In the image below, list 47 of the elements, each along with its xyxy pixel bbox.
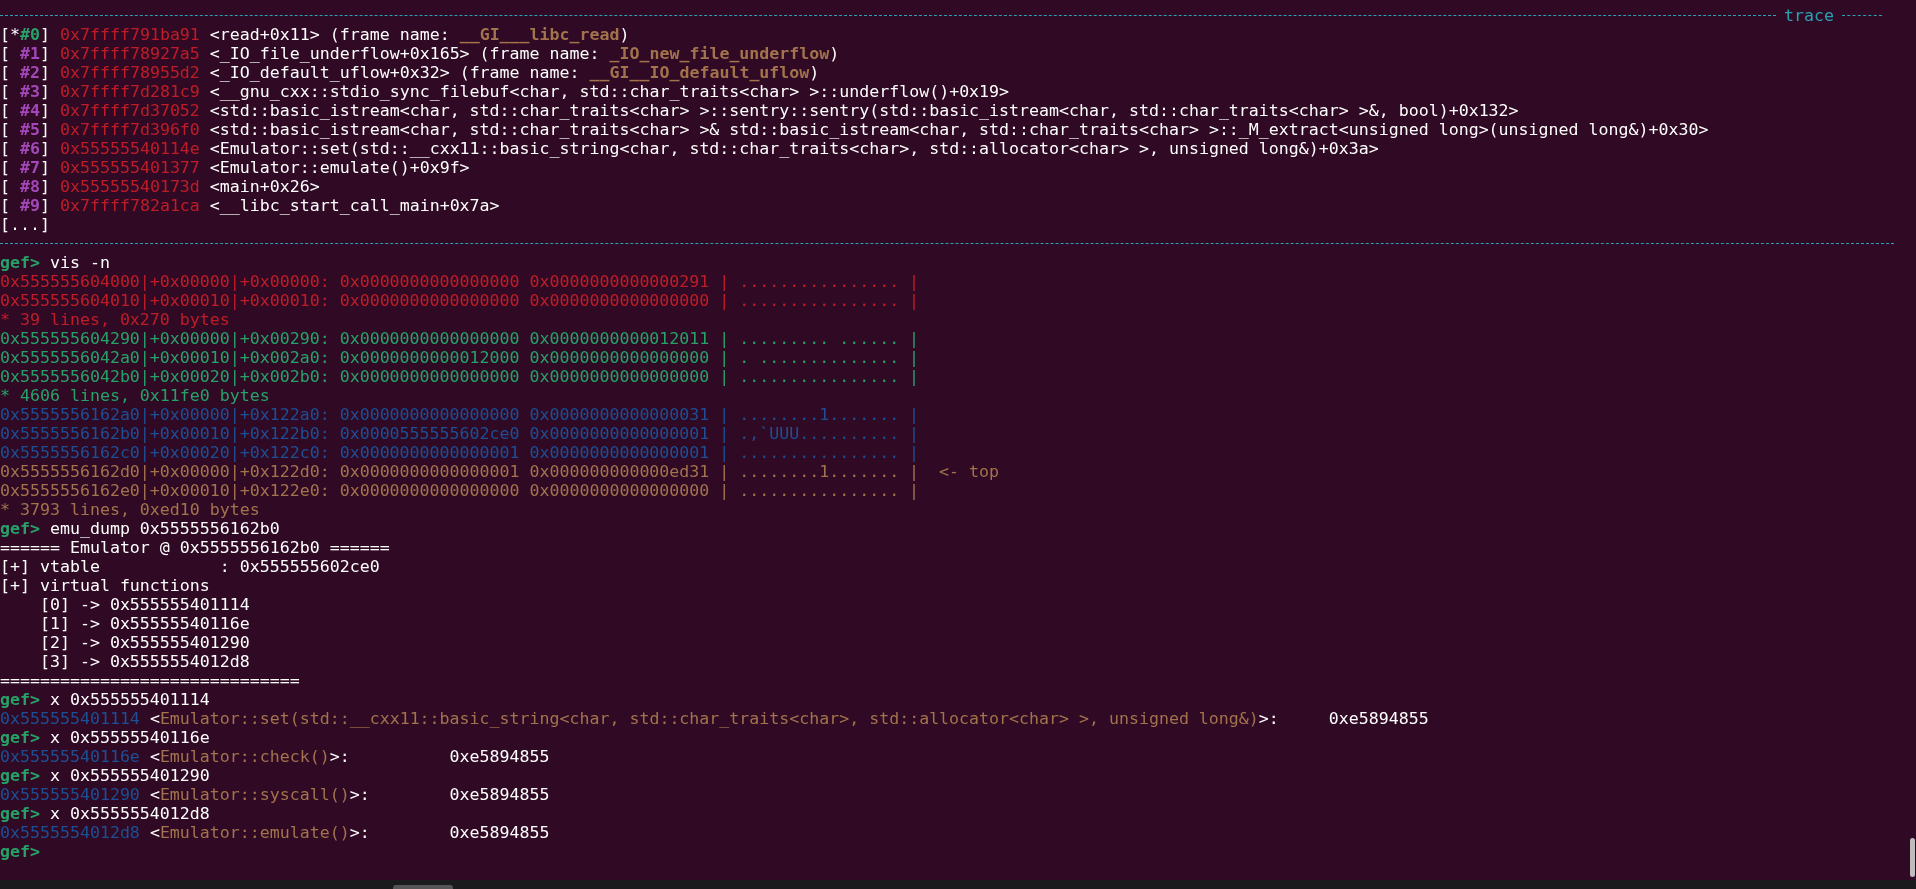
scrollbar-thumb[interactable] <box>1910 838 1915 877</box>
output-line: [+] vtable : 0x555555602ce0 <box>0 557 380 576</box>
chunk-summary: * 3793 lines, 0xed10 bytes <box>0 500 260 519</box>
memory-row: 0x5555556162a0|+0x00000|+0x122a0: 0x0000000000000000 0x0000000000000031 | ........1....... | <box>0 405 920 424</box>
top-marker: <- top <box>939 462 1000 481</box>
examine-output: 0x555555401114 <Emulator::set(std::__cxx11::basic_string<char, std::char_traits<char>, std::allocator<char> >, unsigned long&)>: 0xe5894855 <box>0 709 1429 728</box>
command-line: gef> <box>0 842 41 861</box>
memory-row: 0x555555604010|+0x00010|+0x00010: 0x0000000000000000 0x0000000000000000 | ................ | <box>0 291 920 310</box>
memory-row: 0x5555556162e0|+0x00010|+0x122e0: 0x0000000000000000 0x0000000000000000 | ................ | <box>0 481 920 500</box>
examine-output: 0x555555401290 <Emulator::syscall()>: 0xe5894855 <box>0 785 550 804</box>
backtrace-line: [ #9] 0x7ffff782a1ca <__libc_start_call_main+0x7a> <box>0 196 500 215</box>
memory-row: 0x5555556162c0|+0x00020|+0x122c0: 0x0000000000000001 0x0000000000000001 | ................ | <box>0 443 920 462</box>
function-entry: [3] -> 0x5555554012d8 <box>38 652 250 671</box>
function-entry: [1] -> 0x55555540116e <box>38 614 250 633</box>
backtrace-line: [*#0] 0x7ffff791ba91 <read+0x11> (frame name: __GI___libc_read) <box>0 25 630 44</box>
memory-row: 0x555555604000|+0x00000|+0x00000: 0x0000000000000000 0x0000000000000291 | ................ | <box>0 272 920 291</box>
backtrace-line: [ #6] 0x55555540114e <Emulator::set(std::__cxx11::basic_string<char, std::char_traits<char>, std::allocator<char> >, unsigned long&)+0x3a> <box>0 139 1379 158</box>
memory-row: 0x5555556162b0|+0x00010|+0x122b0: 0x0000555555602ce0 0x0000000000000001 | .,`UUU.......... | <box>0 424 920 443</box>
memory-row: 0x555555604290|+0x00000|+0x00290: 0x0000000000000000 0x0000000000012011 | ......... ...... | <box>0 329 920 348</box>
memory-row: 0x5555556042a0|+0x00010|+0x002a0: 0x0000000000012000 0x0000000000000000 | . .............. | <box>0 348 920 367</box>
output-line: [+] virtual functions <box>0 576 210 595</box>
backtrace-line: [ #7] 0x555555401377 <Emulator::emulate()+0x9f> <box>0 158 470 177</box>
dock-handle[interactable] <box>393 885 453 889</box>
backtrace-line: [ #3] 0x7ffff7d281c9 <__gnu_cxx::stdio_sync_filebuf<char, std::char_traits<char> >::underflow()+0x19> <box>0 82 1010 101</box>
backtrace-line: [ #4] 0x7ffff7d37052 <std::basic_istream<char, std::char_traits<char> >::sentry::sentry(std::basic_istream<char, std::char_traits<char> >&, bool)+0x132> <box>0 101 1519 120</box>
function-entry: [0] -> 0x555555401114 <box>38 595 250 614</box>
backtrace-more: [...] <box>0 215 50 234</box>
chunk-summary: * 39 lines, 0x270 bytes <box>0 310 230 329</box>
trace-label: trace <box>1784 6 1834 25</box>
examine-output: 0x5555554012d8 <Emulator::emulate()>: 0xe5894855 <box>0 823 550 842</box>
backtrace-line: [ #2] 0x7ffff78955d2 <_IO_default_uflow+0x32> (frame name: __GI__IO_default_uflow) <box>0 63 820 82</box>
output-line: ============================== <box>0 671 300 690</box>
function-entry: [2] -> 0x555555401290 <box>38 633 250 652</box>
backtrace-line: [ #8] 0x55555540173d <main+0x26> <box>0 177 320 196</box>
examine-output: 0x55555540116e <Emulator::check()>: 0xe5894855 <box>0 747 550 766</box>
memory-row: 0x5555556162d0|+0x00000|+0x122d0: 0x0000000000000001 0x000000000000ed31 | ........1....... | <box>0 462 920 481</box>
command-line: gef> x 0x55555540116e <box>0 728 210 747</box>
chunk-summary: * 4606 lines, 0x11fe0 bytes <box>0 386 270 405</box>
output-line: ====== Emulator @ 0x5555556162b0 ====== <box>0 538 390 557</box>
backtrace-line: [ #1] 0x7ffff78927a5 <_IO_file_underflow+0x165> (frame name: _IO_new_file_underflow) <box>0 44 840 63</box>
command-line: gef> x 0x555555401114 <box>0 690 210 709</box>
command-line: gef> vis -n <box>0 253 110 272</box>
memory-row: 0x5555556042b0|+0x00020|+0x002b0: 0x0000000000000000 0x0000000000000000 | ................ | <box>0 367 920 386</box>
command-line: gef> x 0x5555554012d8 <box>0 804 210 823</box>
command-line: gef> emu_dump 0x5555556162b0 <box>0 519 280 538</box>
backtrace-line: [ #5] 0x7ffff7d396f0 <std::basic_istream<char, std::char_traits<char> >& std::basic_istream<char, std::char_traits<char> >::_M_extract<unsigned long>(unsigned long&)+0x30> <box>0 120 1709 139</box>
command-line: gef> x 0x555555401290 <box>0 766 210 785</box>
